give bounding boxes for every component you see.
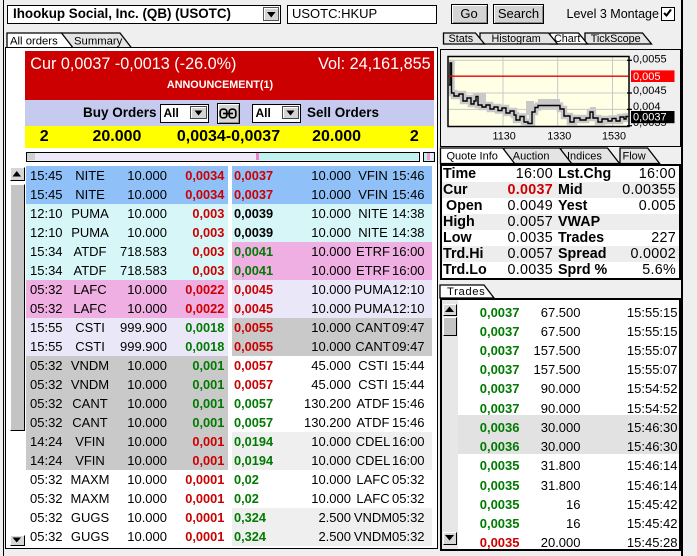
svg-text:1530: 1530	[602, 130, 626, 142]
svg-text:Chart: Chart	[554, 33, 580, 45]
svg-text:0,0037: 0,0037	[633, 111, 667, 123]
svg-text:0,0055: 0,0055	[633, 53, 667, 65]
svg-text:Indices: Indices	[567, 150, 602, 162]
svg-text:All orders: All orders	[10, 36, 58, 48]
svg-text:1130: 1130	[493, 130, 516, 142]
svg-text:Histogram: Histogram	[492, 33, 541, 45]
svg-text:0,005: 0,005	[633, 71, 661, 83]
svg-text:0,0045: 0,0045	[633, 84, 667, 96]
svg-text:Quote Info: Quote Info	[447, 150, 498, 162]
svg-text:1330: 1330	[547, 130, 571, 142]
svg-text:Stats: Stats	[449, 33, 474, 45]
svg-text:Auction: Auction	[513, 150, 550, 162]
svg-text:Flow: Flow	[623, 150, 646, 162]
svg-text:TickScope: TickScope	[591, 33, 641, 45]
svg-text:Summary: Summary	[74, 36, 123, 48]
svg-text:Trades: Trades	[447, 286, 485, 298]
